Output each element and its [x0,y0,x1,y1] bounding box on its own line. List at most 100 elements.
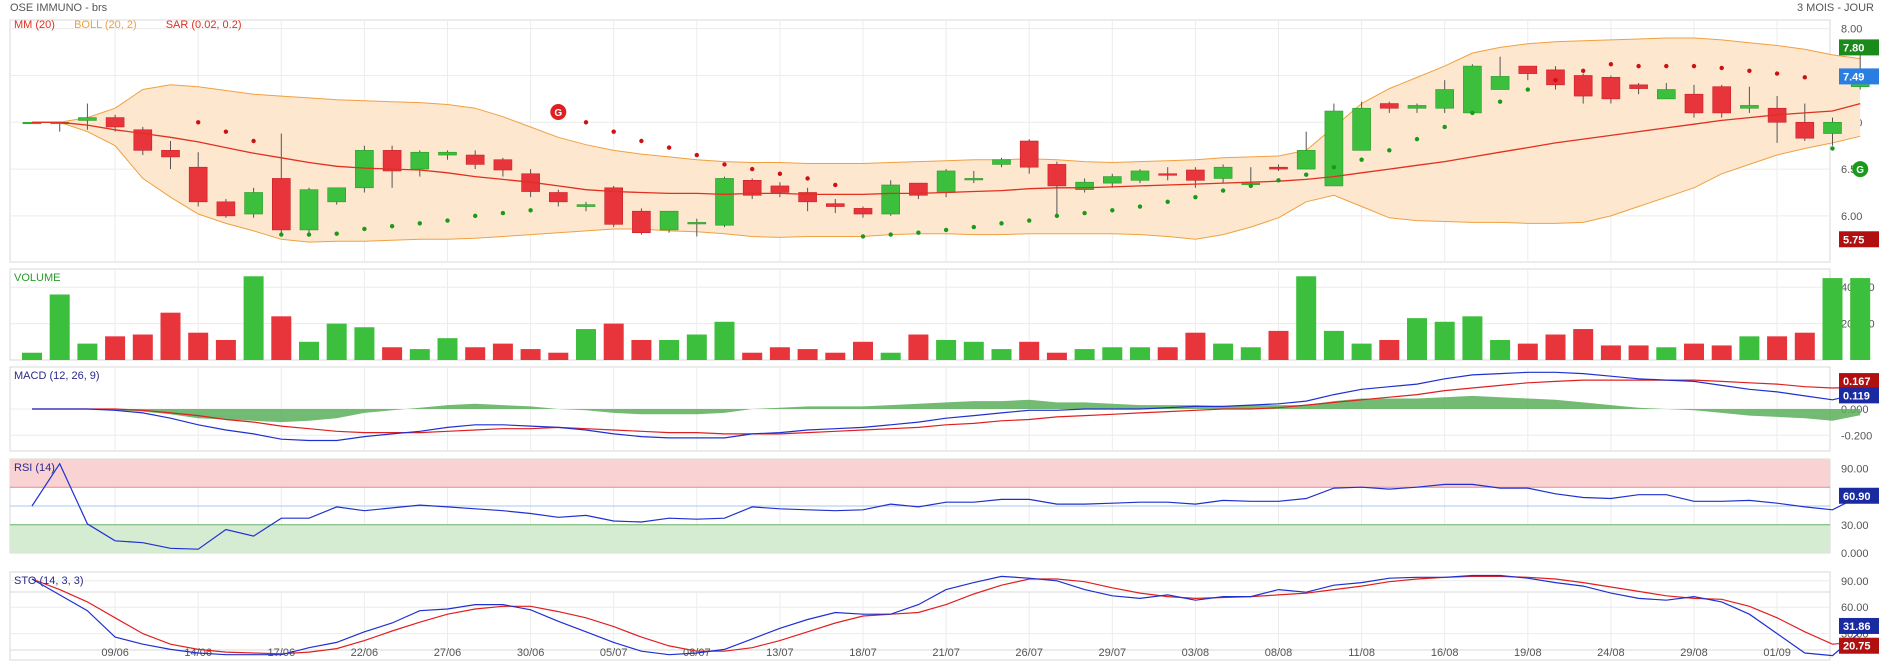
candle-body [1075,181,1094,190]
candle-body [659,210,679,231]
candle [1352,101,1371,151]
sar-dot [389,223,395,229]
volume-bar [1794,332,1815,360]
volume-bar [1351,343,1372,360]
volume-title: VOLUME [14,272,60,284]
volume-bar [1517,343,1538,360]
price-badge: 7.49 [1843,71,1864,83]
volume-bar [1046,352,1067,360]
sar-dot [445,218,450,223]
sar-dot [999,221,1004,226]
candle-body [1823,121,1842,134]
volume-bar [1407,318,1427,360]
x-tick-label: 03/08 [1182,647,1210,659]
candle [1712,84,1731,118]
x-tick-label: 26/07 [1015,647,1043,659]
sar-dot [1331,165,1337,170]
volume-bar [326,323,347,360]
volume-bar [963,341,984,360]
macd-badge-line: 0.119 [1843,390,1870,402]
candle-body [1130,170,1150,181]
macd-tick-label: -0.200 [1841,430,1872,442]
sar-dot [1497,99,1503,104]
candle-body [355,150,374,189]
volume-bar [1573,329,1594,360]
volume-bar [1711,345,1732,360]
x-tick-label: 30/06 [517,647,545,659]
candle-body [78,117,97,121]
volume-bar [1019,341,1040,360]
volume-bar [271,316,292,360]
sar-dot [1553,77,1558,83]
volume-bar [437,338,458,360]
volume-bar [1296,276,1317,360]
sar-signal-label: G [554,108,562,119]
volume-bar [1822,278,1843,360]
sar-dot [1830,146,1835,151]
volume-bar [354,327,375,360]
legend-item: MM (20) [14,19,55,31]
candle-body [161,150,180,158]
price-tick-label: 6.00 [1841,211,1862,223]
volume-bar [409,349,430,360]
candle-body [1407,105,1427,109]
candle-body [936,170,956,193]
sar-dot [1774,71,1780,76]
sar-dot [1054,213,1060,219]
candle [50,121,70,132]
volume-bar [548,352,569,360]
sar-dot [1608,62,1614,67]
volume-bar [1850,278,1871,360]
rsi-title: RSI (14) [14,462,55,474]
candle [1463,64,1482,114]
candle [327,187,347,205]
sar-dot [196,120,201,125]
candle [659,210,679,233]
sto-badge-k: 31.86 [1843,621,1871,633]
volume-bar [1185,332,1206,360]
volume-bar [243,276,264,360]
sar-dot [1747,68,1752,74]
sar-dot [943,227,949,233]
sar-dot [306,232,312,237]
sto-tick-label: 60.00 [1841,602,1869,614]
candle-body [964,178,984,181]
sar-dot [1442,124,1447,130]
sar-dot [1719,65,1724,71]
volume-bar [825,352,846,360]
sar-dot [1387,148,1392,153]
volume-bar [659,339,680,360]
candle-body [1019,140,1039,168]
sar-dot [694,152,699,158]
candle-body [1269,166,1288,170]
rsi-tick-label: 90.00 [1841,463,1869,475]
sar-dot [1248,183,1254,189]
candle-body [576,204,596,207]
volume-bar [631,339,652,360]
candle-body [410,151,430,170]
sar-dot [777,171,783,176]
sar-dot [639,138,644,144]
volume-bar [77,343,98,360]
sar-dot [1304,172,1309,177]
volume-bar [1434,321,1455,360]
volume-bar [1102,347,1123,360]
candle-body [1795,121,1815,139]
candle-body [1352,107,1371,151]
price-badge: 5.75 [1843,234,1864,246]
candle [1324,103,1344,187]
price-badge: 7.80 [1843,42,1864,54]
price-tick-label: 8.00 [1841,24,1862,36]
candle-body [1213,166,1233,179]
sar-dot [1137,204,1143,209]
volume-bar [1767,336,1788,360]
x-tick-label: 29/07 [1099,647,1127,659]
sar-dot [916,230,921,235]
volume-bar [49,294,70,360]
sar-dot [1802,75,1808,80]
candle-body [1740,105,1759,109]
candle-body [1712,86,1731,114]
volume-bar [797,349,818,360]
volume-bar [465,347,486,360]
volume-bar [1739,336,1760,360]
